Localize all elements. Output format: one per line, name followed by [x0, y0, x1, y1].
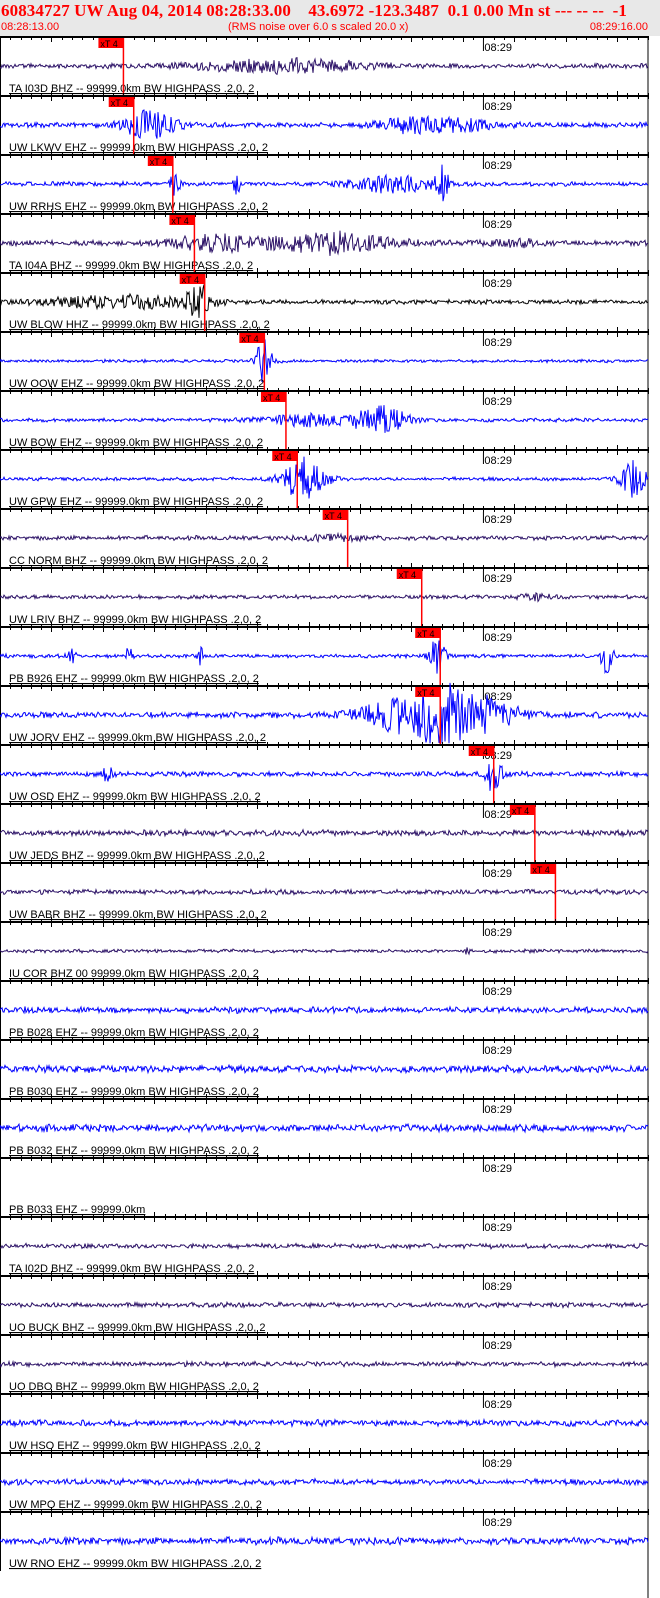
station-label: PB B030 EHZ -- 99999.0km BW HIGHPASS .2,…	[9, 1086, 259, 1098]
minute-mark-label: 08:29	[484, 337, 512, 349]
station-label: UO DBO BHZ -- 99999.0km BW HIGHPASS .2,0…	[9, 1381, 259, 1393]
minute-mark-label: 08:29	[484, 1399, 512, 1411]
minute-mark-label: 08:29	[484, 927, 512, 939]
pick-label: xT 4	[325, 511, 342, 521]
minute-mark-label: 08:29	[484, 986, 512, 998]
pick-label: xT 4	[471, 747, 488, 757]
pick-label: xT 4	[399, 570, 416, 580]
station-label: PB B028 EHZ -- 99999.0km BW HIGHPASS .2,…	[9, 1027, 259, 1039]
waveform-trace	[0, 1122, 649, 1134]
waveform-trace	[0, 531, 649, 544]
pick-label: xT 4	[263, 393, 280, 403]
station-label: TA I02D BHZ -- 99999.0km BW HIGHPASS .2,…	[9, 1263, 254, 1275]
waveform-trace	[0, 405, 649, 433]
station-label: PB B926 EHZ -- 99999.0km BW HIGHPASS .2,…	[9, 673, 259, 685]
waveform-trace	[0, 1005, 649, 1015]
minute-mark-label: 08:29	[484, 278, 512, 290]
start-time: 08:28:13.00	[1, 21, 60, 33]
minute-mark-label: 08:29	[484, 42, 512, 54]
minute-mark-label: 08:29	[484, 396, 512, 408]
minute-mark-label: 08:29	[484, 1458, 512, 1470]
minute-mark-label: 08:29	[484, 573, 512, 585]
pick-label: xT 4	[417, 629, 434, 639]
pick-label: xT 4	[171, 216, 188, 226]
minute-mark-label: 08:29	[484, 1104, 512, 1116]
station-label: UW MPO EHZ -- 99999.0km BW HIGHPASS .2,0…	[9, 1499, 262, 1511]
station-label: UW JORV EHZ -- 99999.0km BW HIGHPASS .2,…	[9, 732, 266, 744]
station-label: UW RNO EHZ -- 99999.0km BW HIGHPASS .2,0…	[9, 1558, 261, 1570]
minute-mark-label: 08:29	[484, 632, 512, 644]
seismogram-plot: 08:29 TA I03D BHZ -- 99999.0km BW HIGHPAS…	[0, 36, 649, 1598]
minute-mark-label: 08:29	[484, 1045, 512, 1057]
station-label: UW GPW EHZ -- 99999.0km BW HIGHPASS .2,0…	[9, 496, 263, 508]
waveform-trace	[0, 591, 649, 603]
waveform-trace	[0, 827, 649, 838]
minute-mark-label: 08:29	[484, 1281, 512, 1293]
waveform-trace	[0, 164, 649, 202]
station-label: UW RRHS EHZ -- 99999.0km BW HIGHPASS .2,…	[9, 201, 268, 213]
minute-mark-label: 08:29	[484, 1340, 512, 1352]
pick-label: xT 4	[111, 98, 128, 108]
waveform-trace	[0, 764, 649, 791]
minute-mark-label: 08:29	[484, 160, 512, 172]
pick-label: xT 4	[150, 157, 167, 167]
minute-mark-label: 08:29	[484, 1163, 512, 1175]
pick-label: xT 4	[532, 865, 549, 875]
minute-mark-label: 08:29	[484, 868, 512, 880]
waveform-trace	[0, 1417, 649, 1428]
station-label: UO BUCK BHZ -- 99999.0km BW HIGHPASS .2,…	[9, 1322, 266, 1334]
station-label: CC NORM BHZ -- 99999.0km BW HIGHPASS .2,…	[9, 555, 268, 567]
station-label: UW LRIV BHZ -- 99999.0km BW HIGHPASS .2,…	[9, 614, 261, 626]
pick-label: xT 4	[274, 452, 291, 462]
station-label: UW BOW EHZ -- 99999.0km BW HIGHPASS .2,0…	[9, 437, 263, 449]
station-label: TA I03D BHZ -- 99999.0km BW HIGHPASS .2,…	[9, 83, 254, 95]
minute-mark-label: 08:29	[484, 1222, 512, 1234]
pick-label: xT 4	[241, 334, 258, 344]
station-label: PB B032 EHZ -- 99999.0km BW HIGHPASS .2,…	[9, 1145, 259, 1157]
end-time: 08:29:16.00	[589, 21, 648, 33]
minute-mark-label: 08:29	[484, 219, 512, 231]
waveform-trace	[0, 947, 649, 956]
pick-label: xT 4	[512, 806, 529, 816]
minute-mark-label: 08:29	[484, 101, 512, 113]
waveform-trace	[0, 456, 649, 499]
waveform-trace	[0, 109, 649, 139]
station-label: UW BLOW HHZ -- 99999.0km BW HIGHPASS .2,…	[9, 319, 270, 331]
waveform-trace	[0, 230, 649, 256]
minute-mark-label: 08:29	[484, 514, 512, 526]
waveform-trace	[0, 1477, 649, 1487]
rms-note: (RMS noise over 6.0 s scaled 20.0 x)	[228, 21, 409, 33]
pick-label: xT 4	[100, 39, 117, 49]
waveform-trace	[0, 57, 649, 76]
station-label: UW BABR BHZ -- 99999.0km BW HIGHPASS .2,…	[9, 909, 267, 921]
station-label: IU COR BHZ 00 99999.0km BW HIGHPASS .2,0…	[9, 968, 259, 980]
waveform-trace	[0, 1063, 649, 1075]
waveform-trace	[0, 1535, 649, 1547]
waveform-trace	[0, 1359, 649, 1369]
header-bar: 60834727 UW Aug 04, 2014 08:28:33.00 43.…	[0, 0, 660, 36]
event-title: 60834727 UW Aug 04, 2014 08:28:33.00 43.…	[1, 1, 628, 20]
station-label: UW LKWV EHZ -- 99999.0km BW HIGHPASS .2,…	[9, 142, 268, 154]
station-label: PB B033 EHZ -- 99999.0km	[9, 1204, 145, 1216]
waveform-trace	[0, 339, 649, 382]
pick-label: xT 4	[182, 275, 199, 285]
pick-label: xT 4	[417, 688, 434, 698]
waveform-trace	[0, 284, 649, 318]
waveform-trace	[0, 1241, 649, 1251]
minute-mark-label: 08:29	[484, 809, 512, 821]
waveform-trace	[0, 887, 649, 897]
minute-mark-label: 08:29	[484, 455, 512, 467]
waveform-trace	[0, 1300, 649, 1310]
minute-mark-label: 08:29	[484, 1517, 512, 1529]
waveform-trace	[0, 640, 649, 674]
